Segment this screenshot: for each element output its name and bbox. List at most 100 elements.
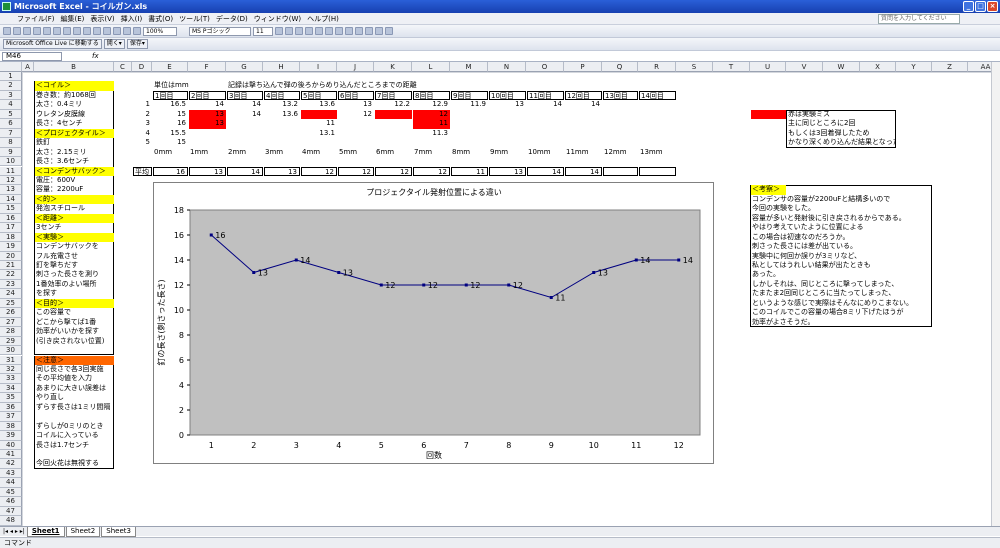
measurement-cell[interactable]: 11: [301, 119, 337, 128]
consideration-line[interactable]: 刺さった長さには差が出ている。: [751, 242, 932, 251]
measurement-cell[interactable]: 11: [413, 119, 450, 129]
measurement-cell[interactable]: 13.6: [301, 100, 337, 109]
capacitor-spec[interactable]: 容量：2200uF: [35, 185, 114, 194]
notes-line[interactable]: ずらす長さは1ミリ間隔: [35, 403, 114, 412]
experiment-step[interactable]: フル充電させ: [35, 252, 114, 261]
menu-item-3[interactable]: 挿入(I): [118, 13, 146, 25]
measurement-cell[interactable]: 13: [489, 100, 526, 109]
sample-number[interactable]: 4: [133, 129, 152, 138]
paste-icon[interactable]: [83, 27, 91, 35]
row-header-17[interactable]: 17: [0, 223, 22, 233]
row-header-16[interactable]: 16: [0, 213, 22, 224]
copy-icon[interactable]: [73, 27, 81, 35]
trial-header[interactable]: 10回目: [489, 90, 526, 101]
column-header-R[interactable]: R: [638, 62, 676, 72]
row-header-42[interactable]: 42: [0, 459, 22, 469]
menu-item-8[interactable]: ヘルプ(H): [304, 13, 342, 25]
row-header-27[interactable]: 27: [0, 317, 22, 328]
average-value[interactable]: 14: [227, 166, 263, 176]
row-header-3[interactable]: 3: [0, 90, 22, 101]
projectile-spec[interactable]: 鉄釘: [35, 138, 114, 147]
column-header-A[interactable]: A: [22, 62, 34, 72]
measurement-cell[interactable]: 13.2: [264, 100, 300, 109]
office-live-button[interactable]: Microsoft Office Live に移動する: [3, 39, 102, 49]
notes-line[interactable]: [35, 412, 114, 421]
distance-spec[interactable]: 3センチ: [35, 223, 114, 232]
underline-icon[interactable]: [295, 27, 303, 35]
column-header-F[interactable]: F: [188, 62, 226, 72]
row-header-12[interactable]: 12: [0, 175, 22, 186]
offset-label[interactable]: 6mm: [375, 148, 412, 157]
notes-line[interactable]: 同じ長さで各3回実施: [35, 365, 114, 374]
close-button[interactable]: ×: [987, 1, 998, 12]
fill-color-icon[interactable]: [375, 27, 383, 35]
notes-heading[interactable]: ＜注意＞: [35, 355, 114, 365]
column-header-N[interactable]: N: [488, 62, 526, 72]
column-header-Q[interactable]: Q: [602, 62, 638, 72]
average-value[interactable]: 13: [189, 166, 226, 176]
experiment-step[interactable]: 刺さった長さを測り: [35, 270, 114, 279]
purpose-line[interactable]: 効率がいいかを探す: [35, 327, 114, 336]
consideration-line[interactable]: コンデンサの容量が2200uFと結構多いので: [751, 195, 932, 204]
average-value[interactable]: [603, 166, 638, 176]
menu-item-1[interactable]: 編集(E): [58, 13, 88, 25]
column-header-W[interactable]: W: [823, 62, 860, 72]
offset-label[interactable]: 5mm: [338, 148, 374, 157]
row-header-31[interactable]: 31: [0, 355, 22, 365]
column-header-H[interactable]: H: [263, 62, 300, 72]
trial-header[interactable]: 6回目: [338, 90, 374, 101]
row-header-25[interactable]: 25: [0, 298, 22, 309]
distance-heading[interactable]: ＜距離＞: [35, 213, 114, 224]
column-header-Y[interactable]: Y: [896, 62, 932, 72]
trial-header[interactable]: 14回目: [639, 90, 676, 101]
font-size-select[interactable]: 11: [253, 26, 273, 36]
row-header-36[interactable]: 36: [0, 402, 22, 413]
trial-header[interactable]: 1回目: [153, 90, 188, 101]
vertical-scrollbar[interactable]: [991, 62, 1000, 526]
row-header-34[interactable]: 34: [0, 383, 22, 394]
row-header-20[interactable]: 20: [0, 251, 22, 261]
name-box[interactable]: M46: [2, 51, 62, 61]
column-header-P[interactable]: P: [564, 62, 602, 72]
sheet-tab-3[interactable]: Sheet3: [101, 526, 136, 537]
align-center-icon[interactable]: [315, 27, 323, 35]
coil-spec[interactable]: ウレタン皮膜線: [35, 110, 114, 119]
offset-label[interactable]: 8mm: [451, 148, 488, 157]
average-value[interactable]: [639, 166, 676, 176]
measurement-cell[interactable]: 14: [227, 110, 263, 119]
average-value[interactable]: 16: [153, 166, 188, 176]
consideration-line[interactable]: 今回の実験をした。: [751, 204, 932, 213]
row-header-33[interactable]: 33: [0, 374, 22, 384]
column-header-C[interactable]: C: [114, 62, 132, 72]
row-header-29[interactable]: 29: [0, 336, 22, 347]
column-header-V[interactable]: V: [786, 62, 823, 72]
error-legend-swatch[interactable]: [751, 109, 786, 120]
notes-line[interactable]: [35, 450, 114, 459]
merge-icon[interactable]: [335, 27, 343, 35]
trial-header[interactable]: 11回目: [527, 90, 564, 101]
row-header-46[interactable]: 46: [0, 497, 22, 507]
measurement-cell[interactable]: 15: [153, 138, 188, 147]
measurement-cell[interactable]: 11.9: [451, 100, 488, 109]
consideration-line[interactable]: 効率がよさそうだ。: [751, 318, 932, 327]
sheet-tab-1[interactable]: Sheet1: [26, 526, 65, 537]
row-header-28[interactable]: 28: [0, 327, 22, 337]
measurement-cell[interactable]: 13: [338, 100, 374, 109]
experiment-step[interactable]: 釘を撃ちだす: [35, 261, 114, 270]
offset-label[interactable]: 10mm: [527, 148, 564, 157]
average-label[interactable]: 平均: [133, 166, 152, 176]
offset-label[interactable]: 7mm: [413, 148, 450, 157]
row-header-35[interactable]: 35: [0, 393, 22, 403]
measurement-cell[interactable]: 16: [153, 119, 188, 128]
purpose-line[interactable]: どこから撃てば1番: [35, 318, 114, 327]
save-icon[interactable]: [23, 27, 31, 35]
cut-icon[interactable]: [63, 27, 71, 35]
row-header-21[interactable]: 21: [0, 261, 22, 271]
font-select[interactable]: MS Pゴシック: [189, 26, 251, 36]
column-header-E[interactable]: E: [152, 62, 188, 72]
preview-icon[interactable]: [43, 27, 51, 35]
offset-label[interactable]: 9mm: [489, 148, 526, 157]
row-header-39[interactable]: 39: [0, 431, 22, 441]
average-value[interactable]: 12: [301, 166, 337, 176]
experiment-step[interactable]: を探す: [35, 289, 114, 298]
